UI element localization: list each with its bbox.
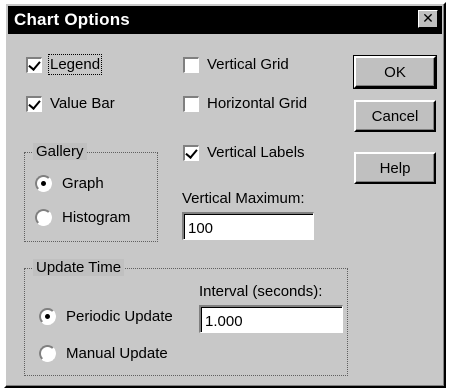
checkmark-icon bbox=[183, 144, 199, 161]
horizontal-grid-checkbox[interactable]: Horizontal Grid bbox=[183, 95, 307, 112]
periodic-update-radio[interactable]: Periodic Update bbox=[39, 308, 173, 325]
manual-update-radio[interactable]: Manual Update bbox=[39, 345, 168, 362]
vertical-labels-label: Vertical Labels bbox=[207, 144, 305, 161]
histogram-label: Histogram bbox=[62, 209, 131, 226]
vertical-grid-checkbox[interactable]: Vertical Grid bbox=[183, 56, 289, 73]
close-icon: ✕ bbox=[422, 10, 434, 26]
legend-checkbox[interactable]: Legend bbox=[26, 54, 103, 75]
chart-options-dialog: Chart Options ✕ Legend Value Bar Vertica… bbox=[4, 2, 446, 388]
value-bar-checkbox[interactable]: Value Bar bbox=[26, 95, 115, 112]
window-title: Chart Options bbox=[14, 10, 130, 29]
value-bar-label: Value Bar bbox=[50, 95, 115, 112]
gallery-group-label: Gallery bbox=[33, 143, 87, 160]
update-time-group: Update Time Interval (seconds): Periodic… bbox=[24, 259, 348, 376]
checkmark-icon bbox=[26, 56, 42, 73]
graph-label: Graph bbox=[62, 175, 104, 192]
checkmark-icon bbox=[26, 95, 42, 112]
radio-dot-icon bbox=[35, 175, 52, 192]
vertical-maximum-label: Vertical Maximum: bbox=[182, 190, 305, 207]
histogram-radio[interactable]: Histogram bbox=[35, 209, 130, 226]
manual-update-label: Manual Update bbox=[66, 345, 168, 362]
graph-radio[interactable]: Graph bbox=[35, 175, 104, 192]
vertical-labels-checkbox[interactable]: Vertical Labels bbox=[183, 144, 305, 161]
ok-button[interactable]: OK bbox=[353, 55, 437, 89]
title-bar: Chart Options ✕ bbox=[8, 6, 442, 34]
close-button[interactable]: ✕ bbox=[418, 10, 438, 28]
help-button[interactable]: Help bbox=[354, 152, 436, 184]
periodic-update-label: Periodic Update bbox=[66, 308, 173, 325]
radio-icon bbox=[39, 345, 56, 362]
checkbox-icon bbox=[183, 56, 199, 73]
cancel-button[interactable]: Cancel bbox=[354, 100, 436, 132]
checkbox-icon bbox=[183, 95, 199, 112]
gallery-group: Gallery Graph Histogram bbox=[24, 143, 158, 242]
radio-dot-icon bbox=[39, 308, 56, 325]
vertical-grid-label: Vertical Grid bbox=[207, 56, 289, 73]
vertical-maximum-input[interactable] bbox=[182, 212, 314, 240]
horizontal-grid-label: Horizontal Grid bbox=[207, 95, 308, 112]
radio-icon bbox=[35, 209, 52, 226]
update-time-group-label: Update Time bbox=[33, 259, 125, 276]
interval-label: Interval (seconds): bbox=[199, 283, 323, 300]
legend-label: Legend bbox=[47, 54, 103, 75]
interval-input[interactable] bbox=[199, 305, 343, 333]
